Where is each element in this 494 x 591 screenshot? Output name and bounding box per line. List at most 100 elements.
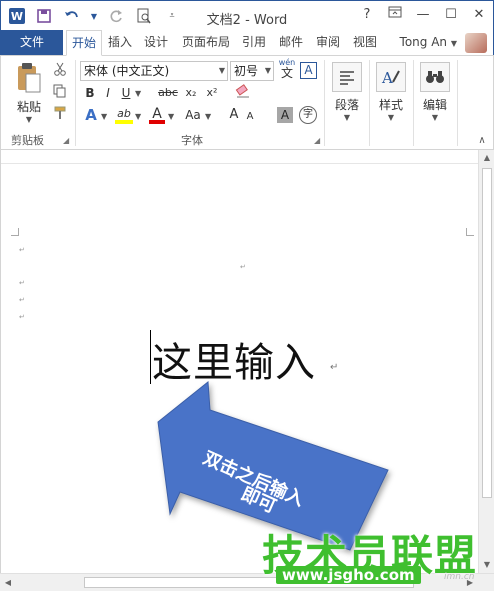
divider xyxy=(75,60,76,146)
font-name-value: 宋体 (中文正文) xyxy=(84,64,170,78)
phonetic-char: 文 xyxy=(280,66,293,80)
paste-dropdown-icon: ▼ xyxy=(25,115,33,124)
collapse-ribbon-icon[interactable]: ∧ xyxy=(475,132,489,150)
tab-view[interactable]: 视图 xyxy=(350,30,380,55)
tab-page-layout[interactable]: 页面布局 xyxy=(177,30,235,55)
undo-icon[interactable] xyxy=(63,7,81,25)
close-icon[interactable]: ✕ xyxy=(471,6,487,24)
chevron-down-icon: ▼ xyxy=(264,66,271,75)
ribbon-display-options-icon[interactable] xyxy=(387,6,403,24)
divider xyxy=(369,60,370,146)
clipboard-icon xyxy=(16,62,42,94)
shrink-font-button[interactable]: A xyxy=(244,108,256,126)
paragraph-mark: ↵ xyxy=(19,246,25,254)
user-account[interactable]: Tong An ▼ xyxy=(400,30,457,56)
text-effects-button[interactable]: A xyxy=(83,106,99,124)
paragraph-mark: ↵ xyxy=(19,296,25,304)
format-painter-icon[interactable] xyxy=(51,106,69,124)
help-icon[interactable]: ? xyxy=(359,6,375,24)
underline-button[interactable]: U xyxy=(119,84,133,102)
tab-design[interactable]: 设计 xyxy=(141,30,171,55)
quick-access-toolbar: W ▼ ⩡ xyxy=(9,7,181,25)
divider xyxy=(324,60,325,146)
enter-mark: ↵ xyxy=(330,362,339,373)
watermark-small: imn.cn xyxy=(444,572,475,582)
scroll-up-icon[interactable]: ▲ xyxy=(479,150,494,166)
maximize-icon[interactable]: ☐ xyxy=(443,6,459,24)
italic-button[interactable]: I xyxy=(101,84,115,102)
crop-mark xyxy=(466,228,474,236)
styles-dropdown-icon: ▼ xyxy=(387,113,395,122)
paste-button[interactable]: 粘贴 ▼ xyxy=(11,62,47,124)
avatar[interactable] xyxy=(465,33,487,53)
highlight-dropdown-icon[interactable]: ▼ xyxy=(135,112,141,121)
phonetic-guide-button[interactable]: wén 文 xyxy=(277,58,297,82)
styles-icon: A xyxy=(376,62,406,92)
tab-home[interactable]: 开始 xyxy=(66,30,102,56)
save-icon[interactable] xyxy=(35,7,53,25)
clipboard-group-label: 剪贴板 xyxy=(11,134,44,147)
page-top-gap xyxy=(1,150,479,164)
strikethrough-button[interactable]: abc xyxy=(157,84,179,102)
change-case-dropdown-icon[interactable]: ▼ xyxy=(205,112,211,121)
vertical-scroll-thumb[interactable] xyxy=(482,168,492,498)
character-shading-button[interactable]: A xyxy=(277,107,293,123)
copy-icon[interactable] xyxy=(51,84,69,102)
svg-text:A: A xyxy=(381,69,393,86)
enclose-characters-button[interactable]: 字 xyxy=(299,106,317,124)
change-case-button[interactable]: Aa xyxy=(183,106,203,124)
paragraph-mark: ↵ xyxy=(19,313,25,321)
styles-button[interactable]: A 样式 ▼ xyxy=(373,62,409,122)
tab-file[interactable]: 文件 xyxy=(1,30,63,55)
scroll-down-icon[interactable]: ▼ xyxy=(479,557,494,573)
word-app-icon[interactable]: W xyxy=(9,8,25,24)
divider xyxy=(413,60,414,146)
font-name-select[interactable]: 宋体 (中文正文) ▼ xyxy=(80,61,228,81)
paragraph-icon xyxy=(332,62,362,92)
text-effects-dropdown-icon[interactable]: ▼ xyxy=(101,112,107,121)
paragraph-mark: ↵ xyxy=(19,279,25,287)
scroll-left-icon[interactable]: ◀ xyxy=(0,574,16,591)
print-preview-icon[interactable] xyxy=(135,7,153,25)
font-launcher-icon[interactable]: ◢ xyxy=(314,136,320,145)
font-size-value: 初号 xyxy=(234,64,259,78)
highlight-button[interactable]: ab xyxy=(115,105,133,124)
font-size-select[interactable]: 初号 ▼ xyxy=(230,61,274,81)
user-name: Tong An xyxy=(399,35,448,49)
binoculars-icon xyxy=(420,62,450,92)
minimize-icon[interactable]: — xyxy=(415,6,431,24)
subscript-button[interactable]: x₂ xyxy=(183,84,199,102)
font-color-dropdown-icon[interactable]: ▼ xyxy=(168,112,174,121)
tab-references[interactable]: 引用 xyxy=(239,30,269,55)
tab-review[interactable]: 审阅 xyxy=(313,30,343,55)
ribbon-tabs: 文件 开始 插入 设计 页面布局 引用 邮件 审阅 视图 Tong An ▼ xyxy=(0,30,494,56)
undo-dropdown-icon[interactable]: ▼ xyxy=(91,7,97,25)
paragraph-label: 段落 xyxy=(334,98,359,112)
editing-button[interactable]: 编辑 ▼ xyxy=(417,62,453,122)
tab-mailings[interactable]: 邮件 xyxy=(276,30,306,55)
font-color-glyph: A xyxy=(152,106,162,122)
paragraph-dropdown-icon: ▼ xyxy=(343,113,351,122)
tab-insert[interactable]: 插入 xyxy=(105,30,135,55)
vertical-scrollbar[interactable]: ▲ ▼ xyxy=(478,150,494,573)
underline-dropdown-icon[interactable]: ▼ xyxy=(135,89,141,98)
window-controls: ? — ☐ ✕ xyxy=(359,6,487,24)
clear-formatting-icon[interactable] xyxy=(234,84,252,102)
redo-icon[interactable] xyxy=(107,7,125,25)
highlight-glyph: ab xyxy=(117,107,131,120)
superscript-button[interactable]: x² xyxy=(204,84,220,102)
character-border-button[interactable]: A xyxy=(300,62,317,79)
font-color-button[interactable]: A xyxy=(149,105,165,124)
paragraph-button[interactable]: 段落 ▼ xyxy=(329,62,365,122)
clipboard-launcher-icon[interactable]: ◢ xyxy=(63,136,69,145)
highlight-color-bar xyxy=(115,120,133,124)
customize-qat-icon[interactable]: ⩡ xyxy=(163,7,181,25)
bold-button[interactable]: B xyxy=(83,84,97,102)
title-bar: W ▼ ⩡ 文档2 - Word ? — ☐ ✕ xyxy=(0,0,494,30)
editing-label: 编辑 xyxy=(422,98,447,112)
grow-font-button[interactable]: A xyxy=(227,106,241,124)
ribbon-home: 粘贴 ▼ 剪贴板 ◢ 宋体 (中文正文) ▼ 初号 ▼ wén 文 A B I … xyxy=(0,55,494,150)
paste-label: 粘贴 xyxy=(16,100,41,114)
cut-icon[interactable] xyxy=(51,62,69,80)
watermark-url: www.jsgho.com xyxy=(276,566,421,584)
